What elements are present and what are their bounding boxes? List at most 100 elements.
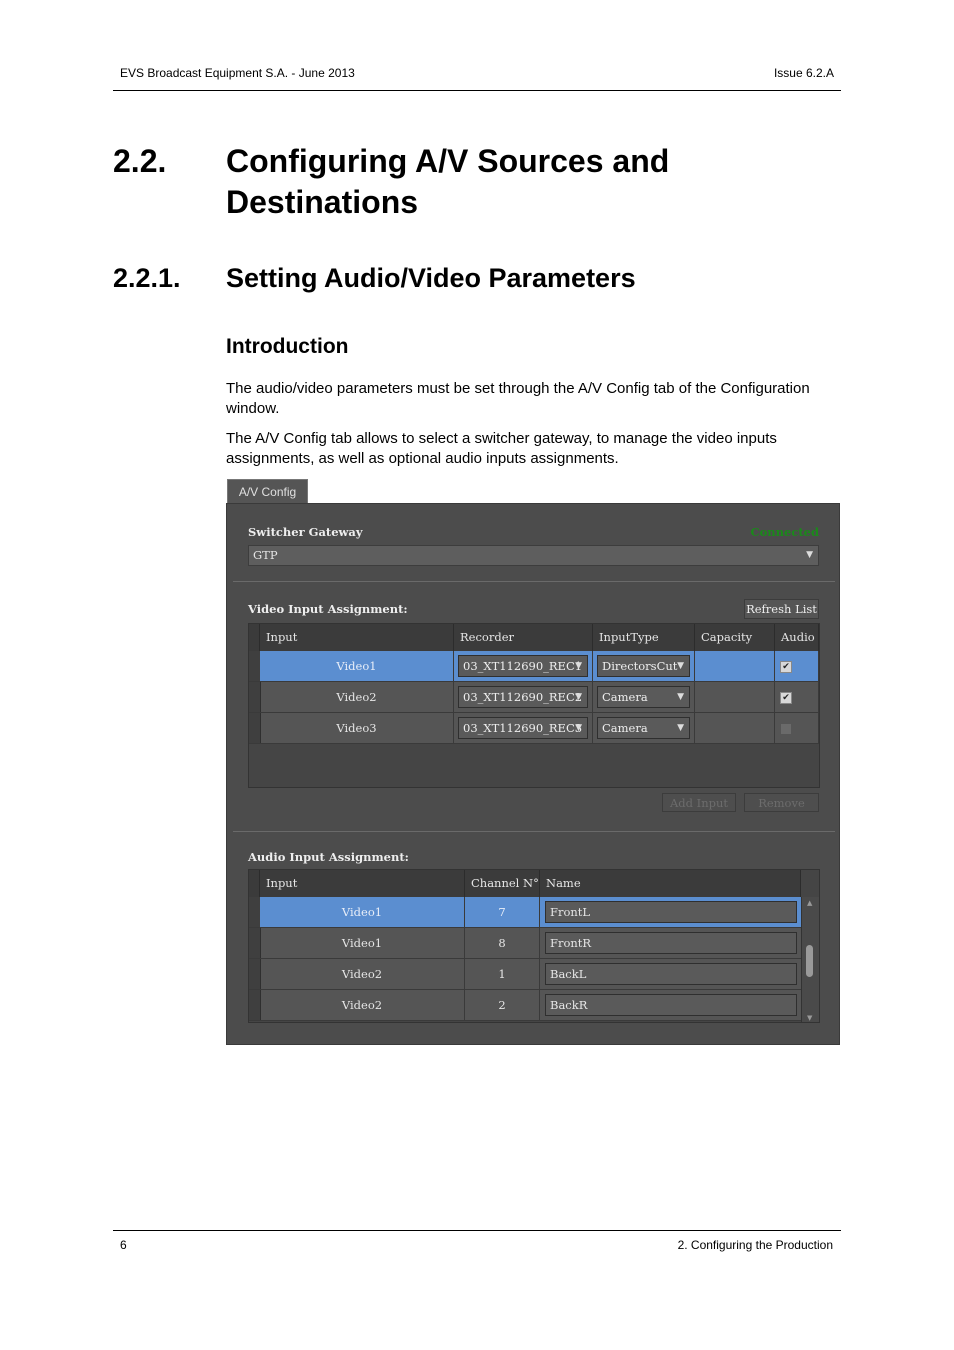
- chevron-down-icon: ▼: [677, 723, 684, 733]
- switcher-gateway-select[interactable]: GTP ▼: [248, 545, 819, 566]
- subsection-number: 2.2.1.: [113, 263, 181, 293]
- scroll-down-icon[interactable]: ▼: [807, 1014, 812, 1022]
- chevron-down-icon: ▼: [575, 723, 582, 733]
- video-recorder-cell: 03_XT112690_REC1 ▼: [454, 651, 593, 681]
- chevron-down-icon: ▼: [806, 550, 813, 560]
- header-rule: [113, 90, 841, 91]
- audio-input-cell: Video2: [260, 959, 465, 989]
- footer-chapter: 2. Configuring the Production: [677, 1238, 833, 1252]
- recorder-value: 03_XT112690_REC2: [463, 690, 583, 704]
- inputtype-select[interactable]: DirectorsCut ▼: [597, 655, 690, 677]
- table-row[interactable]: Video1 8 FrontR: [249, 928, 801, 959]
- remove-button[interactable]: Remove: [744, 793, 819, 812]
- video-header-recorder: Recorder: [454, 624, 593, 651]
- table-row[interactable]: Video1 7 FrontL: [249, 897, 801, 928]
- audio-name-cell: FrontL: [540, 897, 801, 927]
- subsection-title: Setting Audio/Video Parameters: [226, 263, 636, 293]
- recorder-value: 03_XT112690_REC1: [463, 659, 583, 673]
- separator: [233, 831, 835, 832]
- intro-paragraph-2: The A/V Config tab allows to select a sw…: [226, 430, 777, 467]
- recorder-value: 03_XT112690_REC3: [463, 721, 583, 735]
- audio-channel-cell: 1: [465, 959, 540, 989]
- audio-name-field[interactable]: BackR: [545, 994, 797, 1016]
- chevron-down-icon: ▼: [677, 661, 684, 671]
- video-audio-cell: ✔: [775, 682, 819, 712]
- inputtype-value: Camera: [602, 690, 648, 704]
- recorder-select[interactable]: 03_XT112690_REC2 ▼: [458, 686, 588, 708]
- video-input-cell: Video3: [260, 713, 454, 743]
- switcher-status: Connected: [750, 525, 819, 539]
- section-title-line1: Configuring A/V Sources and: [226, 143, 670, 179]
- video-inputtype-cell: Camera ▼: [593, 682, 695, 712]
- audio-name-cell: BackL: [540, 959, 801, 989]
- audio-checkbox[interactable]: ✔: [780, 692, 792, 704]
- switcher-gateway-label: Switcher Gateway: [248, 525, 363, 539]
- scroll-thumb[interactable]: [806, 945, 813, 977]
- video-input-label: Video Input Assignment:: [248, 602, 408, 616]
- recorder-select[interactable]: 03_XT112690_REC3 ▼: [458, 717, 588, 739]
- av-config-tab[interactable]: A/V Config: [227, 479, 308, 503]
- audio-channel-cell: 2: [465, 990, 540, 1020]
- video-audio-cell: ✔: [775, 713, 819, 743]
- table-row[interactable]: Video3 03_XT112690_REC3 ▼ Camera ▼ ✔: [249, 713, 819, 744]
- video-grid-header-corner: [249, 624, 260, 651]
- video-recorder-cell: 03_XT112690_REC2 ▼: [454, 682, 593, 712]
- footer-rule: [113, 1230, 841, 1231]
- intro-paragraph-1: The audio/video parameters must be set t…: [226, 380, 810, 417]
- chevron-down-icon: ▼: [575, 692, 582, 702]
- section-title: Configuring A/V Sources and Destinations: [226, 141, 669, 223]
- add-input-button[interactable]: Add Input: [662, 793, 736, 812]
- switcher-gateway-value: GTP: [253, 548, 278, 562]
- audio-name-field[interactable]: FrontL: [545, 901, 797, 923]
- table-row[interactable]: Video2 1 BackL: [249, 959, 801, 990]
- video-header-audio: Audio: [775, 624, 819, 651]
- video-capacity-cell: [695, 682, 775, 712]
- page-header-left: EVS Broadcast Equipment S.A. - June 2013: [120, 66, 355, 80]
- video-header-input: Input: [260, 624, 454, 651]
- video-header-capacity: Capacity: [695, 624, 775, 651]
- separator: [233, 581, 835, 582]
- refresh-list-button[interactable]: Refresh List: [744, 599, 819, 619]
- audio-channel-cell: 7: [465, 897, 540, 927]
- audio-input-label: Audio Input Assignment:: [248, 850, 409, 864]
- video-recorder-cell: 03_XT112690_REC3 ▼: [454, 713, 593, 743]
- video-input-cell: Video2: [260, 682, 454, 712]
- inputtype-value: DirectorsCut: [602, 659, 678, 673]
- inputtype-value: Camera: [602, 721, 648, 735]
- audio-channel-cell: 8: [465, 928, 540, 958]
- page-header-right: Issue 6.2.A: [773, 66, 834, 80]
- video-inputtype-cell: DirectorsCut ▼: [593, 651, 695, 681]
- audio-name-field[interactable]: FrontR: [545, 932, 797, 954]
- video-input-cell: Video1: [260, 651, 454, 681]
- audio-input-grid: Input Channel N° Name Video1 7 FrontL Vi…: [248, 869, 820, 1023]
- inputtype-select[interactable]: Camera ▼: [597, 717, 690, 739]
- audio-name-cell: BackR: [540, 990, 801, 1020]
- audio-input-cell: Video1: [260, 897, 465, 927]
- video-capacity-cell: [695, 713, 775, 743]
- table-row[interactable]: Video1 03_XT112690_REC1 ▼ DirectorsCut ▼…: [249, 651, 819, 682]
- audio-header-name: Name: [540, 870, 801, 897]
- audio-checkbox[interactable]: ✔: [780, 723, 792, 735]
- av-config-panel: Switcher Gateway Connected GTP ▼ Video I…: [226, 503, 840, 1045]
- scroll-up-icon[interactable]: ▲: [807, 899, 812, 907]
- chevron-down-icon: ▼: [677, 692, 684, 702]
- audio-checkbox[interactable]: ✔: [780, 661, 792, 673]
- audio-grid-header-corner: [249, 870, 260, 897]
- audio-name-cell: FrontR: [540, 928, 801, 958]
- recorder-select[interactable]: 03_XT112690_REC1 ▼: [458, 655, 588, 677]
- video-input-grid: Input Recorder InputType Capacity Audio …: [248, 623, 820, 788]
- section-title-line2: Destinations: [226, 184, 419, 220]
- video-inputtype-cell: Camera ▼: [593, 713, 695, 743]
- audio-header-channel: Channel N°: [465, 870, 540, 897]
- intro-heading: Introduction: [226, 335, 349, 358]
- table-row[interactable]: Video2 03_XT112690_REC2 ▼ Camera ▼ ✔: [249, 682, 819, 713]
- page-number: 6: [120, 1238, 127, 1252]
- audio-grid-scrollbar[interactable]: ▲ ▼: [801, 897, 819, 1022]
- video-header-inputtype: InputType: [593, 624, 695, 651]
- audio-input-cell: Video2: [260, 990, 465, 1020]
- video-audio-cell: ✔: [775, 651, 819, 681]
- inputtype-select[interactable]: Camera ▼: [597, 686, 690, 708]
- table-row[interactable]: Video2 2 BackR: [249, 990, 801, 1021]
- audio-name-field[interactable]: BackL: [545, 963, 797, 985]
- chevron-down-icon: ▼: [575, 661, 582, 671]
